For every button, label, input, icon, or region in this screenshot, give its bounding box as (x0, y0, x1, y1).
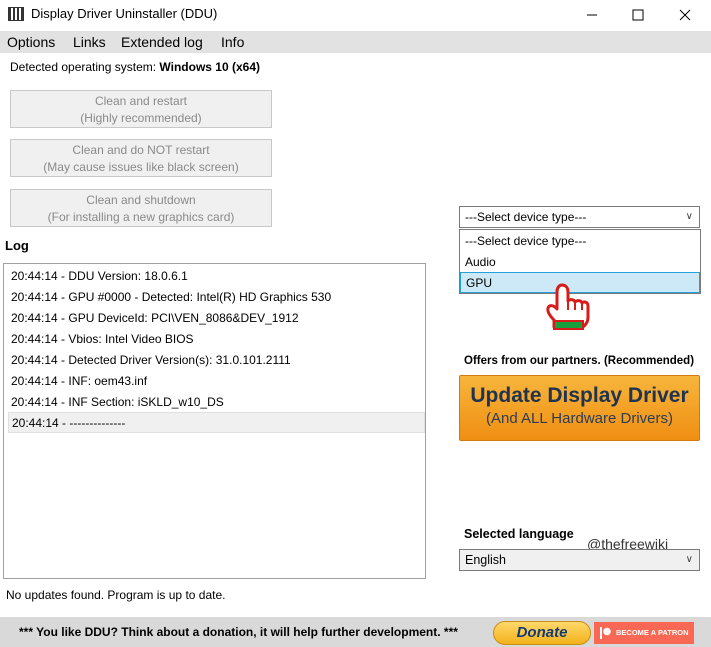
log-line: 20:44:14 - GPU #0000 - Detected: Intel(R… (11, 290, 332, 304)
log-line-selected: 20:44:14 - -------------- (8, 412, 425, 433)
language-selected: English (465, 553, 506, 567)
update-button-subtitle: (And ALL Hardware Drivers) (485, 410, 673, 427)
language-label: Selected language (464, 527, 574, 541)
minimize-button[interactable] (569, 0, 615, 30)
chevron-down-icon: ∨ (685, 554, 693, 565)
button-label: Clean and shutdown (86, 193, 196, 207)
menu-info[interactable]: Info (221, 34, 244, 50)
patreon-icon (600, 627, 611, 639)
device-option[interactable]: ---Select device type--- (460, 231, 700, 252)
close-icon (679, 9, 691, 21)
maximize-icon (632, 9, 644, 21)
button-label: Clean and do NOT restart (72, 143, 210, 157)
log-line: 20:44:14 - INF Section: iSKLD_w10_DS (11, 395, 224, 409)
log-list[interactable]: 20:44:14 - DDU Version: 18.0.6.1 20:44:1… (3, 263, 426, 579)
log-line: 20:44:14 - INF: oem43.inf (11, 374, 148, 388)
menu-bar: Options Links Extended log Info (0, 31, 711, 53)
donation-bar: *** You like DDU? Think about a donation… (0, 617, 711, 647)
log-line: 20:44:14 - GPU DeviceId: PCI\VEN_8086&DE… (11, 311, 299, 325)
button-label: Clean and restart (94, 94, 188, 108)
donation-message: *** You like DDU? Think about a donation… (19, 625, 458, 639)
device-option-audio[interactable]: Audio (460, 252, 700, 273)
log-line: 20:44:14 - Vbios: Intel Video BIOS (11, 332, 194, 346)
log-line: 20:44:14 - Detected Driver Version(s): 3… (11, 353, 291, 367)
detected-os: Detected operating system: Windows 10 (x… (10, 60, 260, 74)
button-sublabel: (Highly recommended) (80, 111, 202, 125)
close-button[interactable] (662, 0, 708, 30)
window-title: Display Driver Uninstaller (DDU) (31, 6, 218, 21)
partners-label: Offers from our partners. (Recommended) (464, 355, 695, 367)
button-sublabel: (May cause issues like black screen) (43, 160, 239, 174)
clean-no-restart-button[interactable]: Clean and do NOT restart (May cause issu… (10, 139, 272, 177)
chevron-down-icon: ∨ (685, 211, 693, 222)
minimize-icon (587, 14, 597, 16)
clean-and-restart-button[interactable]: Clean and restart (Highly recommended) (10, 90, 272, 128)
clean-and-shutdown-button[interactable]: Clean and shutdown (For installing a new… (10, 189, 272, 227)
detected-os-value: Windows 10 (x64) (159, 60, 261, 74)
button-sublabel: (For installing a new graphics card) (47, 210, 235, 224)
maximize-button[interactable] (615, 0, 661, 30)
app-icon (8, 7, 24, 21)
update-display-driver-button[interactable]: Update Display Driver (And ALL Hardware … (459, 375, 700, 441)
update-button-title: Update Display Driver (470, 384, 689, 407)
donate-button[interactable]: Donate (493, 621, 591, 645)
language-select[interactable]: English ∨ (459, 549, 700, 571)
device-type-select[interactable]: ---Select device type--- ∨ (459, 206, 700, 228)
title-bar: Display Driver Uninstaller (DDU) (0, 0, 711, 30)
log-label: Log (5, 238, 29, 253)
hand-pointer-icon (546, 283, 590, 330)
update-status: No updates found. Program is up to date. (6, 588, 226, 602)
device-type-selected: ---Select device type--- (465, 210, 587, 224)
become-a-patron-button[interactable]: BECOME A PATRON (594, 622, 694, 644)
patron-label: BECOME A PATRON (616, 628, 689, 637)
menu-extended-log[interactable]: Extended log (121, 34, 203, 50)
log-line: 20:44:14 - DDU Version: 18.0.6.1 (11, 269, 188, 283)
detected-os-label: Detected operating system: (10, 60, 157, 74)
menu-options[interactable]: Options (7, 34, 55, 50)
menu-links[interactable]: Links (73, 34, 106, 50)
